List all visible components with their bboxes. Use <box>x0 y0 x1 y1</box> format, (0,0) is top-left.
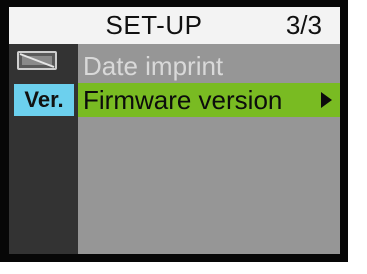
menu-item-date-imprint[interactable]: Date imprint <box>78 49 340 83</box>
camera-lcd-screen: SET-UP 3/3 Ver. Date imprint Firmware ve… <box>0 0 348 262</box>
firmware-version-badge: Ver. <box>14 84 74 116</box>
menu-list: Date imprint Firmware version <box>78 44 340 254</box>
menu-item-label: Date imprint <box>83 51 224 81</box>
menu-item-label: Firmware version <box>83 85 283 115</box>
menu-title: SET-UP <box>105 10 203 40</box>
page-indicator: 3/3 <box>285 10 322 40</box>
date-imprint-disabled-icon <box>17 51 57 70</box>
submenu-arrow-icon <box>321 92 332 108</box>
icon-sidebar <box>9 44 78 254</box>
menu-item-firmware-version[interactable]: Firmware version <box>78 83 340 117</box>
menu-header: SET-UP 3/3 <box>9 7 340 44</box>
